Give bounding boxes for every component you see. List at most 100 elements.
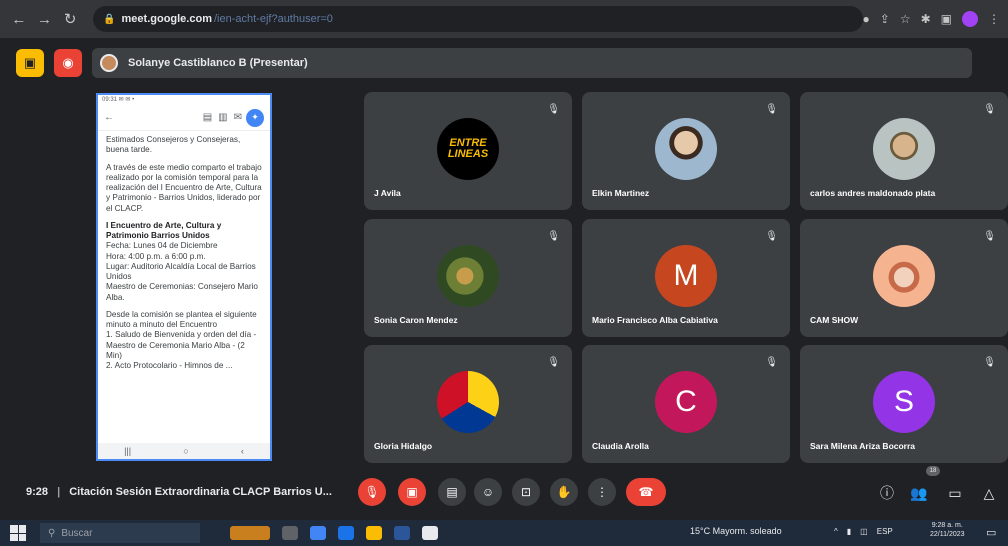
pointer-icon: ✦ — [246, 108, 264, 127]
participant-name: Claudia Arolla — [592, 441, 649, 451]
word-icon[interactable] — [394, 526, 410, 540]
present-icon: ⊡ — [520, 485, 532, 499]
participant-logo: ENTRE LINEAS — [437, 117, 499, 180]
end-call-button[interactable]: ☎ — [626, 478, 666, 506]
folder-icon[interactable] — [366, 526, 382, 540]
activities-button[interactable]: △ — [978, 482, 1000, 504]
more-icon: ⋮ — [596, 485, 608, 499]
windows-start-icon[interactable] — [10, 525, 26, 541]
meeting-title: Citación Sesión Extraordinaria CLACP Bar… — [69, 486, 332, 498]
clock-time: 9:28 a. m. — [931, 522, 963, 529]
language-indicator[interactable]: ESP — [877, 527, 893, 536]
window-icon[interactable]: ▣ — [941, 12, 952, 26]
meeting-controls: 9:28 | Citación Sesión Extraordinaria CL… — [0, 472, 1008, 512]
notifications-icon[interactable]: ▭ — [986, 526, 996, 539]
taskbar-clock[interactable]: 9:28 a. m. 22/11/2023 — [930, 522, 965, 540]
mic-off-icon: 🎙 — [547, 231, 560, 242]
participant-tile[interactable]: 🎙 C Claudia Arolla — [582, 345, 790, 463]
participant-photo — [437, 244, 499, 307]
captions-button[interactable]: ▤ — [438, 478, 466, 506]
extensions-icon[interactable]: ✱ — [921, 12, 931, 26]
present-button[interactable]: ⊡ — [512, 478, 540, 506]
share-icon[interactable]: ⇪ — [880, 12, 890, 26]
system-tray: ^ ▮ ◫ ESP — [834, 527, 893, 536]
participant-tile[interactable]: 🎙 Elkin Martinez — [582, 92, 790, 210]
info-button[interactable]: ⓘ — [876, 482, 898, 504]
forward-icon[interactable]: → — [34, 8, 56, 30]
stop-presenting-icon[interactable]: ◉ — [54, 49, 82, 77]
taskbar-app-thumbnail[interactable] — [230, 526, 270, 540]
weather-widget[interactable]: 15°C Mayorm. soleado — [690, 526, 782, 536]
mic-off-icon: 🎙 — [547, 357, 560, 368]
end-call-icon: ☎ — [638, 485, 654, 499]
participant-tile[interactable]: 🎙 carlos andres maldonado plata — [800, 92, 1008, 210]
participant-tile[interactable]: 🎙 S Sara Milena Ariza Bocorra — [800, 345, 1008, 463]
people-button[interactable]: 👥 — [908, 482, 930, 504]
participant-tile[interactable]: 🎙 Gloria Hidalgo — [364, 345, 572, 463]
chrome-icon[interactable] — [422, 526, 438, 540]
search-placeholder: Buscar — [61, 527, 93, 539]
participant-photo — [437, 370, 499, 433]
browser-toolbar: ← → ↻ 🔒 meet.google.com /ien-acht-ejf?au… — [0, 0, 1008, 38]
archive-icon: ▤ — [202, 112, 213, 123]
raise-hand-button[interactable]: ✋ — [550, 478, 578, 506]
doc-body: Estimados Consejeros y Consejeras, buena… — [98, 131, 270, 382]
mic-off-icon: 🎙 — [765, 231, 778, 242]
profile-avatar[interactable] — [962, 11, 978, 27]
star-icon[interactable]: ☆ — [900, 12, 911, 26]
doc-paragraph: A través de este medio comparto el traba… — [106, 162, 262, 213]
mic-off-icon: 🎙 — [364, 485, 380, 499]
participant-tile[interactable]: 🎙 M Mario Francisco Alba Cabiativa — [582, 219, 790, 337]
participant-name: CAM SHOW — [810, 315, 859, 325]
info-icon: ⓘ — [880, 485, 894, 501]
search-icon: ⚲ — [48, 527, 56, 539]
meeting-time: 9:28 — [26, 486, 49, 498]
hand-icon: ✋ — [556, 485, 572, 499]
participant-name: Sara Milena Ariza Bocorra — [810, 441, 916, 451]
doc-paragraph: Desde la comisión se plantea el siguient… — [106, 309, 257, 370]
separator: | — [57, 486, 61, 498]
participant-count-badge: 18 — [926, 466, 940, 476]
taskbar-search[interactable]: ⚲ Buscar — [40, 523, 200, 543]
participant-name: Gloria Hidalgo — [374, 441, 433, 451]
mic-toggle-button[interactable]: 🎙 — [358, 478, 386, 506]
file-explorer-icon[interactable] — [310, 526, 326, 540]
emoji-button[interactable]: ☺ — [474, 478, 502, 506]
address-bar[interactable]: 🔒 meet.google.com /ien-acht-ejf?authuser… — [93, 6, 863, 32]
url-path: /ien-acht-ejf?authuser=0 — [213, 13, 333, 25]
network-icon[interactable]: ▮ — [847, 527, 851, 536]
mic-off-icon: 🎙 — [765, 104, 778, 115]
participant-avatar: M — [655, 244, 717, 307]
more-options-button[interactable]: ⋮ — [588, 478, 616, 506]
camera-toggle-button[interactable]: ▣ — [398, 478, 426, 506]
doc-paragraph: Estimados Consejeros y Consejeras, buena… — [106, 135, 241, 155]
back-icon[interactable]: ← — [8, 8, 30, 30]
clock-date: 22/11/2023 — [930, 530, 965, 538]
participant-name: carlos andres maldonado plata — [810, 188, 936, 198]
presenter-strip: Solanye Castiblanco B (Presentar) — [92, 48, 972, 78]
avatar-letter: M — [673, 258, 699, 292]
chat-icon: ▭ — [948, 484, 962, 501]
presenter-bar: ▣ ◉ Solanye Castiblanco B (Presentar) — [0, 44, 1008, 82]
os-taskbar: ⚲ Buscar 15°C Mayorm. soleado ^ ▮ ◫ ESP … — [0, 520, 1008, 546]
present-window-icon[interactable]: ▣ — [16, 49, 44, 77]
mic-off-icon: 🎙 — [983, 104, 996, 115]
participant-tile[interactable]: 🎙 ENTRE LINEAS J Avila — [364, 92, 572, 210]
mic-off-icon: 🎙 — [983, 357, 996, 368]
volume-icon[interactable]: ◫ — [860, 527, 868, 536]
chat-button[interactable]: ▭ — [944, 482, 966, 504]
participant-avatar: C — [655, 370, 717, 433]
tray-chevron-icon[interactable]: ^ — [834, 527, 838, 536]
participant-tile[interactable]: 🎙 Sonia Caron Mendez — [364, 219, 572, 337]
avatar-letter: C — [675, 384, 697, 418]
menu-icon[interactable]: ⋮ — [988, 12, 1000, 26]
reload-icon[interactable]: ↻ — [59, 8, 81, 30]
browser-icon[interactable] — [338, 526, 354, 540]
task-view-icon[interactable] — [282, 526, 298, 540]
camera-icon[interactable]: ● — [863, 12, 870, 26]
camera-off-icon: ▣ — [406, 485, 418, 499]
presenter-label: Solanye Castiblanco B (Presentar) — [128, 57, 308, 69]
nav-home-icon: ○ — [183, 446, 189, 456]
participant-tile[interactable]: 🎙 CAM SHOW — [800, 219, 1008, 337]
nav-back-icon: ‹ — [240, 446, 244, 456]
